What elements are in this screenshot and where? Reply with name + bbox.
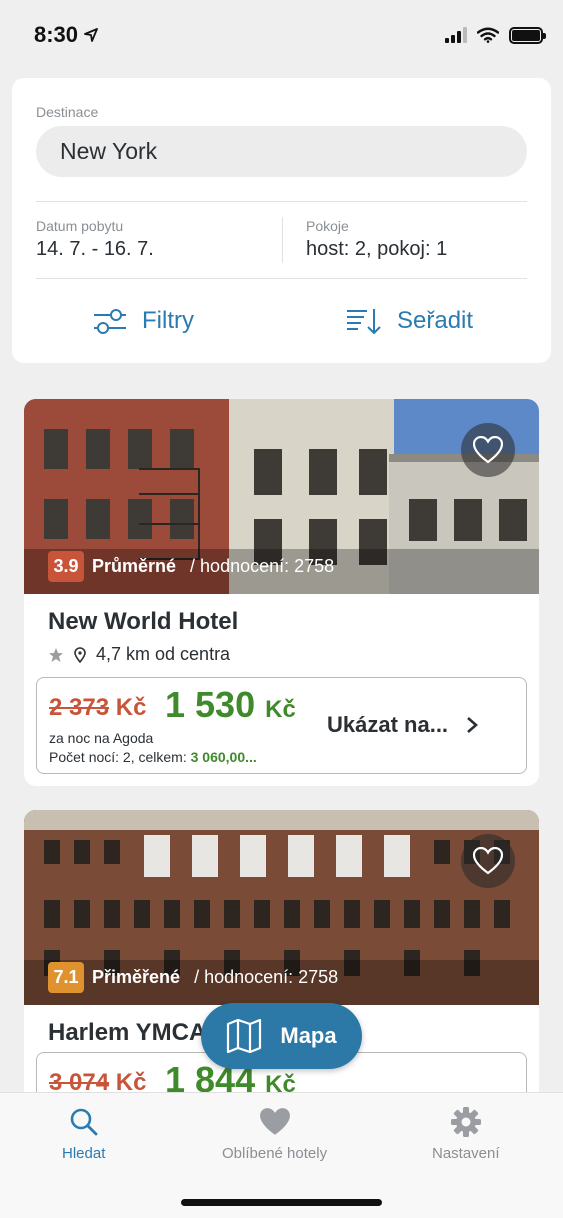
home-indicator — [181, 1199, 382, 1206]
map-button[interactable]: Mapa — [201, 1003, 362, 1069]
tab-search[interactable]: Hledat — [62, 1107, 105, 1162]
hotel-meta: 4,7 km od centra — [48, 644, 230, 665]
heart-outline-icon — [473, 847, 503, 875]
tab-favorites-label: Oblíbené hotely — [222, 1145, 328, 1162]
rooms-label: Pokoje — [306, 218, 349, 234]
clock: 8:30 — [34, 22, 79, 47]
nights-total: Počet nocí: 2, celkem: 3 060,00... — [49, 749, 257, 765]
destination-input[interactable]: New York — [36, 126, 527, 177]
hotel-name: Harlem YMCA — [48, 1019, 207, 1046]
search-icon — [70, 1108, 98, 1136]
old-price: 2 373 Kč — [49, 694, 147, 721]
map-icon — [227, 1019, 262, 1053]
score-label: Průměrné — [92, 556, 177, 576]
sort-button[interactable]: Seřadit — [345, 300, 473, 342]
dates-label: Datum pobytu — [36, 218, 124, 234]
hotel-name: New World Hotel — [48, 608, 239, 635]
hotel-card[interactable]: 3.9 Průměrné / hodnocení: 2758 New World… — [24, 399, 539, 786]
map-button-label: Mapa — [280, 1023, 337, 1048]
score-badge: 7.1 — [48, 962, 84, 993]
vertical-divider — [282, 217, 283, 263]
sliders-icon — [94, 309, 126, 334]
status-bar: 8:30 — [0, 0, 563, 70]
wifi-icon — [477, 27, 499, 43]
score-badge: 3.9 — [48, 551, 84, 582]
show-offer-link[interactable]: Ukázat na... — [327, 712, 479, 738]
filters-label: Filtry — [142, 307, 194, 334]
tab-settings-label: Nastavení — [432, 1145, 500, 1162]
show-offer-label: Ukázat na... — [327, 712, 449, 737]
hotel-photo: 3.9 Průměrné / hodnocení: 2758 — [24, 399, 539, 594]
divider — [36, 278, 527, 279]
rooms-value: host: 2, pokoj: 1 — [306, 238, 448, 260]
per-night-source: za noc na Agoda — [49, 730, 154, 746]
destination-label: Destinace — [36, 104, 99, 120]
favorite-button[interactable] — [461, 834, 515, 888]
sort-icon — [347, 309, 381, 335]
score-label: Přiměřené — [92, 967, 181, 987]
status-indicators — [445, 26, 546, 44]
dates-selector[interactable]: Datum pobytu 14. 7. - 16. 7. — [36, 218, 154, 261]
tab-favorites[interactable]: Oblíbené hotely — [222, 1107, 327, 1162]
status-time: 8:30 — [34, 22, 98, 48]
tab-search-label: Hledat — [62, 1145, 106, 1162]
heart-icon — [259, 1108, 290, 1135]
favorite-button[interactable] — [461, 423, 515, 477]
search-card: Destinace New York Datum pobytu 14. 7. -… — [12, 78, 551, 363]
rating-row: 7.1 Přiměřené / hodnocení: 2758 — [48, 962, 338, 993]
cellular-signal-icon — [445, 27, 467, 43]
location-arrow-icon — [84, 28, 98, 42]
location-pin-icon — [74, 646, 86, 663]
divider — [36, 201, 527, 202]
review-count: / hodnocení: 2758 — [194, 967, 339, 987]
chevron-right-icon — [467, 717, 479, 733]
rooms-selector[interactable]: Pokoje host: 2, pokoj: 1 — [306, 218, 447, 261]
price-offer-button[interactable]: 2 373 Kč 1 530 Kč za noc na Agoda Počet … — [36, 677, 527, 774]
hotel-photo: 7.1 Přiměřené / hodnocení: 2758 — [24, 810, 539, 1005]
battery-icon — [509, 26, 546, 44]
tab-settings[interactable]: Nastavení — [432, 1107, 500, 1162]
distance-text: 4,7 km od centra — [96, 644, 231, 664]
gear-icon — [450, 1107, 481, 1137]
rating-row: 3.9 Průměrné / hodnocení: 2758 — [48, 551, 334, 582]
review-count: / hodnocení: 2758 — [190, 556, 335, 576]
sort-label: Seřadit — [397, 307, 474, 334]
new-price: 1 530 Kč — [165, 684, 296, 725]
star-icon — [49, 647, 63, 662]
heart-outline-icon — [473, 436, 503, 464]
filters-button[interactable]: Filtry — [92, 300, 194, 342]
dates-value: 14. 7. - 16. 7. — [36, 238, 154, 260]
